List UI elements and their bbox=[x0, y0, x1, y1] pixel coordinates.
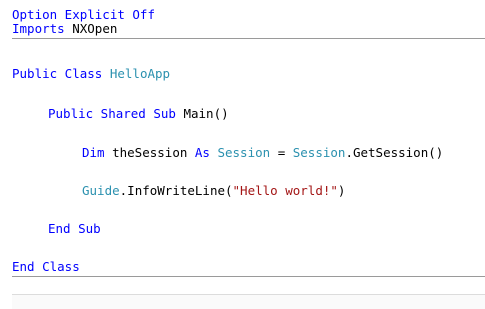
code-token-type: HelloApp bbox=[109, 66, 171, 81]
code-line-imports[interactable]: Imports NXOpen bbox=[0, 22, 117, 38]
code-line-dim-session[interactable]: Dim theSession As Session = Session.GetS… bbox=[0, 146, 443, 162]
code-token-plain: ) bbox=[337, 183, 346, 198]
code-line-end-class[interactable]: End Class bbox=[0, 260, 80, 276]
code-token-plain: Main() bbox=[183, 106, 229, 121]
code-line-sub-declaration[interactable]: Public Shared Sub Main() bbox=[0, 107, 229, 123]
code-token-keyword: Dim bbox=[82, 145, 113, 160]
code-token-keyword: Public Shared Sub bbox=[48, 106, 184, 121]
code-token-keyword: As bbox=[194, 145, 218, 160]
code-token-keyword: End Class bbox=[12, 259, 80, 274]
code-token-type: Session bbox=[292, 145, 346, 160]
code-token-string: "Hello world!" bbox=[232, 183, 338, 198]
editor-bottom-pane bbox=[12, 294, 485, 309]
code-line-text: End Sub bbox=[48, 222, 101, 236]
code-token-keyword: End Sub bbox=[48, 221, 101, 236]
code-token-keyword: Option Explicit Off bbox=[12, 7, 155, 22]
code-token-plain: .GetSession() bbox=[345, 145, 444, 160]
code-token-type: Session bbox=[217, 145, 271, 160]
code-token-plain: NXOpen bbox=[64, 21, 118, 36]
code-line-text: End Class bbox=[12, 260, 80, 274]
code-editor[interactable]: Option Explicit Off Imports NXOpen Publi… bbox=[0, 0, 485, 309]
code-line-text: Option Explicit Off bbox=[12, 8, 155, 22]
code-line-info-write[interactable]: Guide.InfoWriteLine("Hello world!") bbox=[0, 184, 345, 200]
procedure-separator bbox=[12, 38, 485, 39]
code-line-class-declaration[interactable]: Public Class HelloApp bbox=[0, 67, 170, 83]
code-token-keyword: Public Class bbox=[12, 66, 110, 81]
code-line-text: Public Class HelloApp bbox=[12, 67, 170, 81]
code-line-text: Dim theSession As Session = Session.GetS… bbox=[82, 146, 443, 160]
code-token-plain: .InfoWriteLine( bbox=[119, 183, 233, 198]
code-line-text: Imports NXOpen bbox=[12, 22, 117, 36]
code-token-keyword: Imports bbox=[12, 21, 65, 36]
code-line-text: Guide.InfoWriteLine("Hello world!") bbox=[82, 184, 345, 198]
code-token-plain: = bbox=[270, 145, 293, 160]
code-line-end-sub[interactable]: End Sub bbox=[0, 222, 101, 238]
code-line-text: Public Shared Sub Main() bbox=[48, 107, 229, 121]
code-token-type: Guide bbox=[82, 183, 120, 198]
code-token-plain: theSession bbox=[112, 145, 195, 160]
procedure-separator bbox=[12, 276, 485, 277]
